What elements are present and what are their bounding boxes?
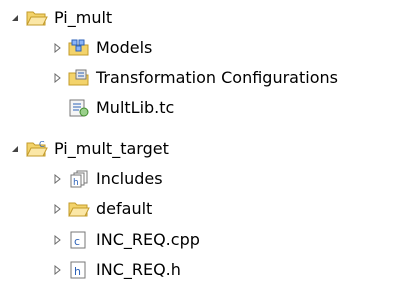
- tree-item-models[interactable]: Models: [50, 35, 152, 61]
- tree-item-label: INC_REQ.h: [96, 260, 181, 279]
- collapse-triangle-icon[interactable]: [8, 142, 22, 156]
- expand-triangle-icon[interactable]: [50, 41, 64, 55]
- tree-item-label: Models: [96, 38, 153, 57]
- svg-text:C: C: [39, 140, 45, 149]
- tree-item-includes[interactable]: h Includes: [50, 166, 163, 192]
- tree-item-transformation-configurations[interactable]: Transformation Configurations: [50, 65, 338, 91]
- models-folder-icon: [68, 39, 90, 57]
- tc-file-icon: [68, 99, 90, 117]
- tree-item-pi-mult-target[interactable]: C Pi_mult_target: [8, 136, 169, 162]
- tree-item-label: MultLib.tc: [96, 98, 175, 117]
- includes-icon: h: [68, 170, 90, 188]
- tree-item-label: default: [96, 199, 153, 218]
- tree-item-pi-mult[interactable]: Pi_mult: [8, 5, 112, 31]
- tree-item-label: Includes: [96, 169, 163, 188]
- expand-triangle-icon[interactable]: [50, 202, 64, 216]
- svg-text:h: h: [73, 178, 79, 188]
- tree-item-label: INC_REQ.cpp: [96, 230, 200, 249]
- transformation-config-folder-icon: [68, 69, 90, 87]
- expand-triangle-icon[interactable]: [50, 172, 64, 186]
- project-explorer-tree: Pi_mult Models Transformation Configurat…: [0, 0, 408, 302]
- cpp-file-icon: c: [68, 231, 90, 249]
- cpp-project-icon: C: [26, 140, 48, 158]
- svg-text:c: c: [74, 235, 80, 248]
- header-file-icon: h: [68, 261, 90, 279]
- expand-triangle-icon[interactable]: [50, 233, 64, 247]
- expand-triangle-icon[interactable]: [50, 263, 64, 277]
- collapse-triangle-icon[interactable]: [8, 11, 22, 25]
- folder-icon: [68, 200, 90, 218]
- tree-item-inc-req-cpp[interactable]: c INC_REQ.cpp: [50, 227, 200, 253]
- tree-item-label: Transformation Configurations: [96, 68, 338, 87]
- tree-item-multlib-tc[interactable]: MultLib.tc: [68, 95, 174, 121]
- expand-triangle-icon[interactable]: [50, 71, 64, 85]
- tree-item-inc-req-h[interactable]: h INC_REQ.h: [50, 257, 181, 283]
- tree-item-default[interactable]: default: [50, 196, 152, 222]
- folder-open-icon: [26, 9, 48, 27]
- tree-item-label: Pi_mult: [54, 8, 113, 27]
- tree-item-label: Pi_mult_target: [54, 139, 169, 158]
- svg-text:h: h: [74, 265, 81, 278]
